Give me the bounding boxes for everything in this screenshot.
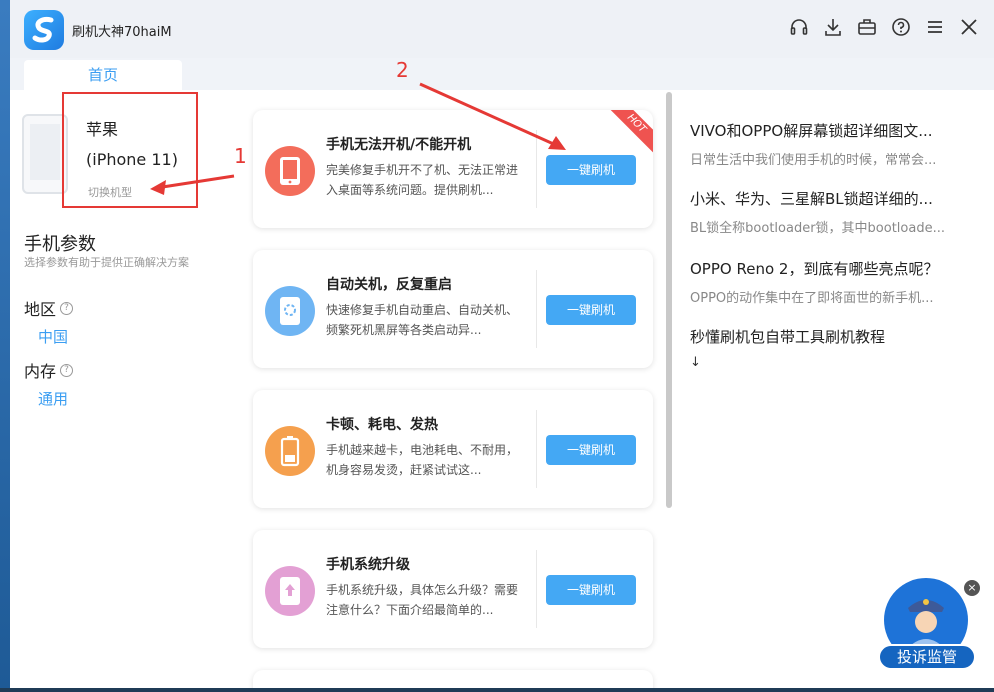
complaint-widget[interactable]: 投诉监管 × xyxy=(876,578,986,678)
complaint-label[interactable]: 投诉监管 xyxy=(878,644,976,670)
taskbar xyxy=(0,688,994,692)
annotation-label-1: 1 xyxy=(234,144,247,168)
complaint-close-icon[interactable]: × xyxy=(964,580,980,596)
annotation-label-2: 2 xyxy=(396,58,409,82)
app-window: 刷机大神70haiM 首页 苹果 (iPhone 11) 切换机型 手机参数 选… xyxy=(10,0,994,690)
annotation-arrows xyxy=(150,82,566,195)
